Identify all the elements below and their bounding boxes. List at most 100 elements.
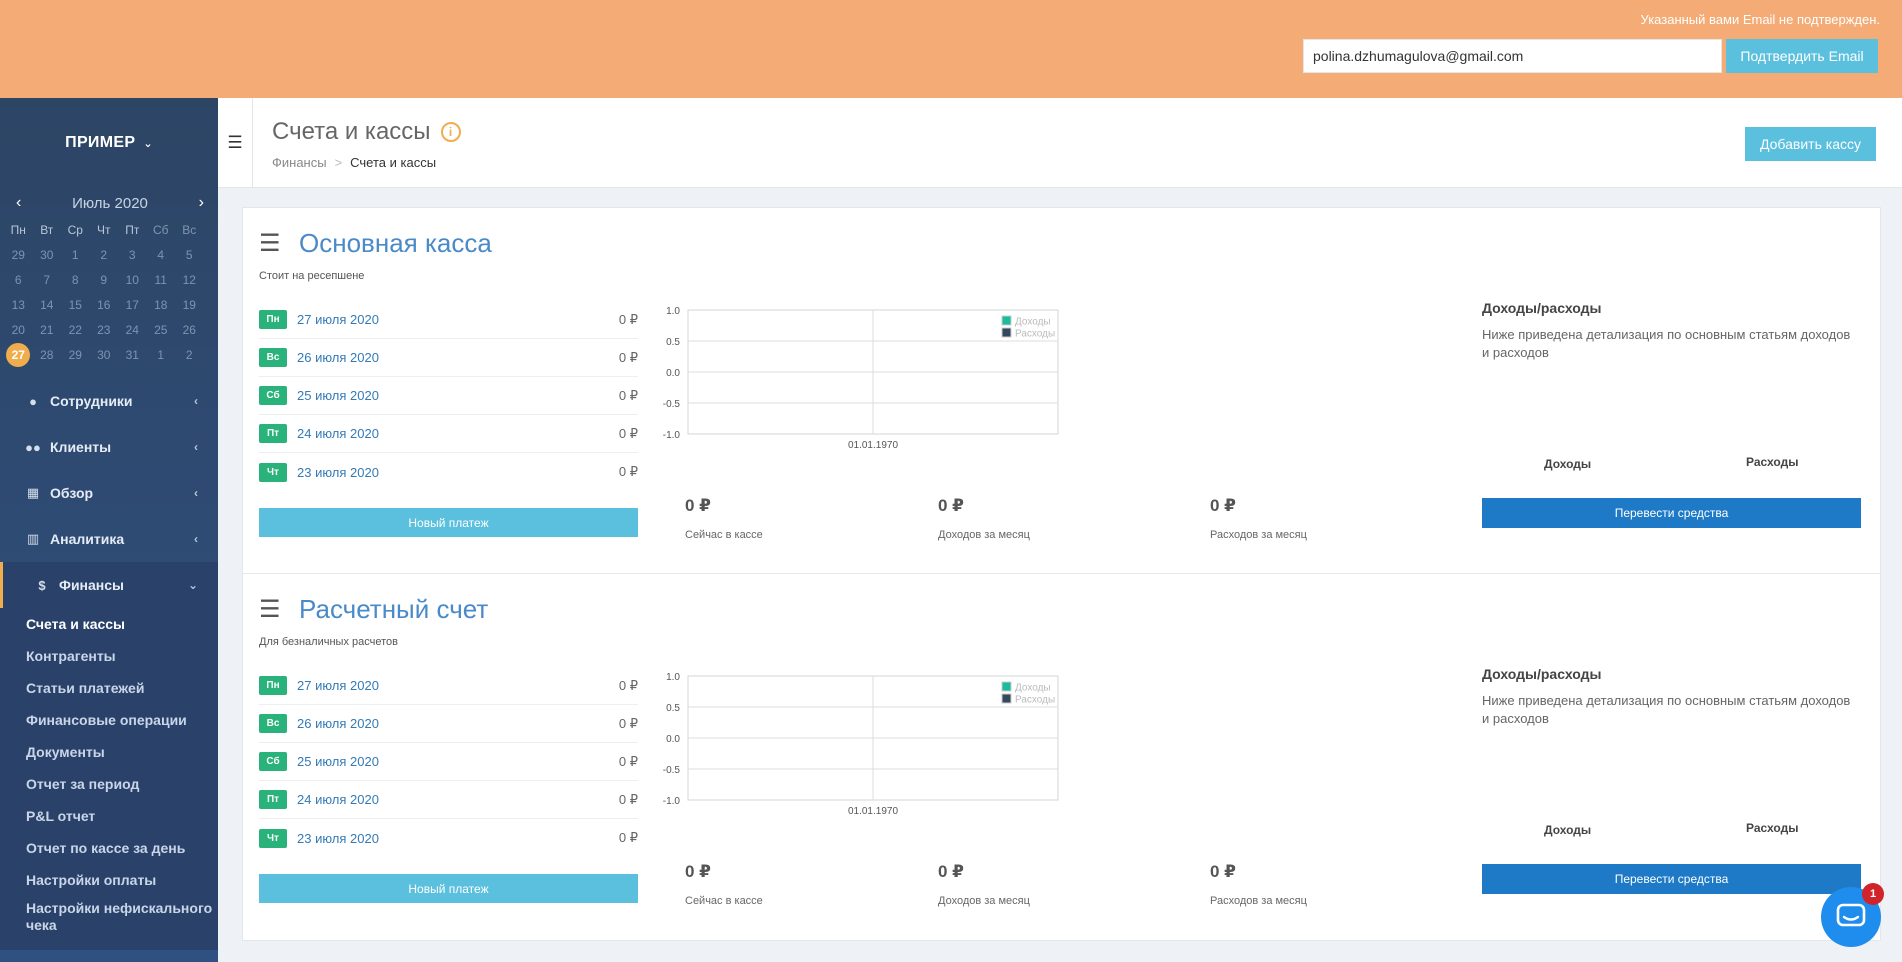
calendar-day[interactable]: 29: [61, 343, 90, 368]
submenu-item-receipt-settings[interactable]: Настройки нефискального чека: [0, 896, 218, 940]
day-link[interactable]: 25 июля 2020: [297, 754, 379, 769]
calendar-day[interactable]: 15: [61, 293, 90, 318]
sidebar-item-finance[interactable]: $ Финансы ⌄: [0, 562, 218, 608]
calendar-day[interactable]: 28: [33, 343, 62, 368]
sidebar-toggle-icon[interactable]: ☰: [218, 98, 253, 188]
calendar-day[interactable]: 23: [90, 318, 119, 343]
new-payment-button[interactable]: Новый платеж: [259, 508, 638, 537]
email-input[interactable]: [1303, 39, 1722, 73]
day-link[interactable]: 26 июля 2020: [297, 716, 379, 731]
calendar-day[interactable]: 1: [61, 243, 90, 268]
add-cashbox-button[interactable]: Добавить кассу: [1745, 127, 1876, 161]
submenu-item-payment-items[interactable]: Статьи платежей: [0, 672, 218, 704]
sidebar-item-analytics[interactable]: ▥ Аналитика ‹: [0, 516, 218, 562]
calendar-day[interactable]: 7: [33, 268, 62, 293]
calendar-day[interactable]: 1: [147, 343, 176, 368]
calendar-day[interactable]: 26: [175, 318, 204, 343]
calendar-day[interactable]: 2: [90, 243, 119, 268]
day-link[interactable]: 23 июля 2020: [297, 465, 379, 480]
calendar-day[interactable]: 22: [61, 318, 90, 343]
daily-row: Вс 26 июля 2020 0 ₽: [259, 339, 638, 377]
calendar-day[interactable]: 31: [118, 343, 147, 368]
calendar-day[interactable]: 17: [118, 293, 147, 318]
next-month-icon[interactable]: ›: [199, 194, 204, 212]
calendar-day[interactable]: 3: [118, 243, 147, 268]
submenu-item-operations[interactable]: Финансовые операции: [0, 704, 218, 736]
legend-swatch: [1001, 327, 1012, 338]
day-link[interactable]: 27 июля 2020: [297, 312, 379, 327]
calendar-day[interactable]: 16: [90, 293, 119, 318]
email-confirmation-banner: Указанный вами Email не подтвержден. Под…: [0, 0, 1902, 98]
transfer-funds-button[interactable]: Перевести средства: [1482, 498, 1861, 528]
income-column-header: Доходы: [1544, 823, 1592, 837]
day-link[interactable]: 24 июля 2020: [297, 792, 379, 807]
submenu-item-counterparties[interactable]: Контрагенты: [0, 640, 218, 672]
weekday-badge: Сб: [259, 386, 287, 405]
legend-label: Расходы: [1015, 695, 1055, 706]
day-amount: 0 ₽: [618, 830, 638, 845]
calendar-day[interactable]: 18: [147, 293, 176, 318]
income-column-header: Доходы: [1544, 457, 1592, 471]
info-icon[interactable]: i: [440, 122, 461, 142]
menu-icon[interactable]: ☰: [259, 597, 281, 622]
calendar-day[interactable]: 4: [147, 243, 176, 268]
account-card: ☰ Расчетный счет Для безналичных расчето…: [243, 574, 1880, 940]
calendar-day[interactable]: 14: [33, 293, 62, 318]
calendar-day[interactable]: 6: [4, 268, 33, 293]
stat-expense: 0 ₽ Расходов за месяц: [1210, 862, 1307, 907]
sidebar-item-label: Сотрудники: [50, 393, 133, 409]
submenu-item-payment-settings[interactable]: Настройки оплаты: [0, 864, 218, 896]
calendar-day-today[interactable]: 27: [6, 343, 31, 367]
day-link[interactable]: 23 июля 2020: [297, 831, 379, 846]
calendar-weekday: Пт: [125, 223, 140, 237]
submenu-item-daily-cash-report[interactable]: Отчет по кассе за день: [0, 832, 218, 864]
calendar-day[interactable]: 30: [90, 343, 119, 368]
account-title[interactable]: Основная касса: [299, 228, 492, 259]
submenu-item-accounts[interactable]: Счета и кассы: [0, 608, 218, 640]
new-payment-button[interactable]: Новый платеж: [259, 874, 638, 903]
breadcrumb-finance[interactable]: Финансы: [272, 155, 327, 170]
calendar-day[interactable]: 8: [61, 268, 90, 293]
mini-calendar: ‹ Июль 2020 › Пн Вт Ср Чт Пт Сб Вс 29 30 1 2 3 4 5 6 7 8…: [0, 188, 218, 368]
confirm-email-button[interactable]: Подтвердить Email: [1726, 39, 1878, 73]
y-tick-label: 1.0: [666, 672, 680, 683]
y-tick-label: 0.5: [666, 337, 680, 348]
transfer-funds-button[interactable]: Перевести средства: [1482, 864, 1861, 894]
sidebar-item-overview[interactable]: ▦ Обзор ‹: [0, 470, 218, 516]
sidebar-item-employees[interactable]: ● Сотрудники ‹: [0, 378, 218, 424]
day-link[interactable]: 26 июля 2020: [297, 350, 379, 365]
day-link[interactable]: 27 июля 2020: [297, 678, 379, 693]
calendar-day[interactable]: 9: [90, 268, 119, 293]
y-tick-label: -0.5: [663, 399, 681, 410]
calendar-day[interactable]: 2: [175, 343, 204, 368]
calendar-day[interactable]: 10: [118, 268, 147, 293]
calendar-day[interactable]: 21: [33, 318, 62, 343]
account-title[interactable]: Расчетный счет: [299, 594, 488, 625]
calendar-day[interactable]: 19: [175, 293, 204, 318]
calendar-day[interactable]: 5: [175, 243, 204, 268]
calendar-day[interactable]: 12: [175, 268, 204, 293]
calendar-day[interactable]: 29: [4, 243, 33, 268]
prev-month-icon[interactable]: ‹: [16, 194, 21, 212]
submenu-item-period-report[interactable]: Отчет за период: [0, 768, 218, 800]
income-expense-summary: Доходы/расходы Ниже приведена детализаци…: [1482, 666, 1861, 837]
stat-label: Доходов за месяц: [938, 529, 1030, 541]
calendar-day[interactable]: 13: [4, 293, 33, 318]
weekday-badge: Чт: [259, 462, 287, 482]
breadcrumb: Финансы > Счета и кассы: [272, 155, 436, 170]
day-link[interactable]: 25 июля 2020: [297, 388, 379, 403]
chevron-left-icon: ‹: [194, 394, 198, 408]
calendar-day[interactable]: 25: [147, 318, 176, 343]
sidebar-item-clients[interactable]: ●● Клиенты ‹: [0, 424, 218, 470]
calendar-day[interactable]: 11: [147, 268, 176, 293]
calendar-day[interactable]: 24: [118, 318, 147, 343]
calendar-day[interactable]: 30: [33, 243, 62, 268]
submenu-item-documents[interactable]: Документы: [0, 736, 218, 768]
menu-icon[interactable]: ☰: [259, 231, 281, 256]
calendar-day[interactable]: 20: [4, 318, 33, 343]
submenu-item-pl-report[interactable]: P&L отчет: [0, 800, 218, 832]
calendar-weekday: Вс: [182, 223, 197, 237]
day-amount: 0 ₽: [618, 715, 638, 731]
day-link[interactable]: 24 июля 2020: [297, 426, 379, 441]
org-switcher[interactable]: ПРИМЕР ⌄: [0, 98, 218, 188]
